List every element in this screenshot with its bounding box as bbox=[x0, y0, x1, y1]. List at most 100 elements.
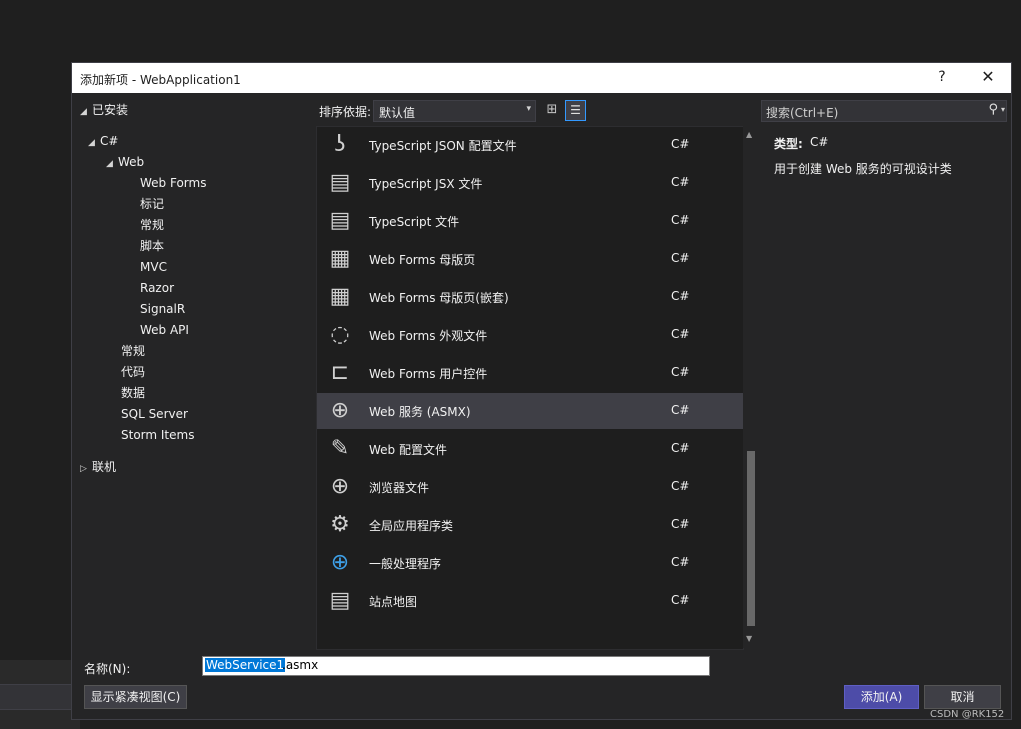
tree-node-code[interactable]: 代码 bbox=[121, 362, 145, 382]
tree-node-csharp-general[interactable]: 常规 bbox=[121, 341, 145, 361]
list-item[interactable]: ⊕ 浏览器文件 C# bbox=[317, 469, 743, 505]
global-app-class-icon: ⚙ bbox=[330, 512, 350, 537]
item-name: 浏览器文件 bbox=[369, 481, 430, 495]
cancel-button[interactable]: 取消 bbox=[924, 685, 1001, 709]
template-list-scrollbar[interactable]: ▲ ▼ bbox=[743, 126, 759, 648]
tree-node-web-forms[interactable]: Web Forms bbox=[140, 173, 206, 193]
item-language: C# bbox=[671, 251, 690, 265]
item-name: Web Forms 用户控件 bbox=[369, 367, 488, 381]
item-name: Web Forms 母版页 bbox=[369, 253, 476, 267]
skin-file-icon: ◌ bbox=[330, 322, 350, 347]
tree-node-script[interactable]: 脚本 bbox=[140, 236, 164, 256]
list-item[interactable]: ʖ TypeScript JSON 配置文件 C# bbox=[317, 127, 743, 163]
tree-node-online[interactable]: ▷ 联机 bbox=[80, 457, 116, 477]
list-item[interactable]: ◌ Web Forms 外观文件 C# bbox=[317, 317, 743, 353]
list-item[interactable]: ⊕ 一般处理程序 C# bbox=[317, 545, 743, 581]
browser-file-icon: ⊕ bbox=[330, 474, 350, 499]
list-item[interactable]: ▤ TypeScript 文件 C# bbox=[317, 203, 743, 239]
item-name: Web Forms 外观文件 bbox=[369, 329, 488, 343]
tree-node-general[interactable]: 常规 bbox=[140, 215, 164, 235]
item-language: C# bbox=[671, 213, 690, 227]
search-input[interactable]: 搜索(Ctrl+E) ⚲ ▾ bbox=[761, 100, 1007, 122]
tree-node-csharp[interactable]: ◢ C# bbox=[88, 131, 118, 151]
sort-by-dropdown[interactable]: 默认值 ▾ bbox=[373, 100, 536, 122]
item-name: 一般处理程序 bbox=[369, 557, 442, 571]
grid-view-icon[interactable]: ⊞ bbox=[542, 100, 562, 120]
item-name: TypeScript JSON 配置文件 bbox=[369, 139, 517, 153]
list-item[interactable]: ▦ Web Forms 母版页 C# bbox=[317, 241, 743, 277]
chevron-down-icon: ▾ bbox=[526, 104, 531, 114]
item-language: C# bbox=[671, 403, 690, 417]
tree-node-markup[interactable]: 标记 bbox=[140, 194, 164, 214]
list-item-selected[interactable]: ⊕ Web 服务 (ASMX) C# bbox=[317, 393, 743, 429]
item-name: TypeScript JSX 文件 bbox=[369, 177, 483, 191]
tree-node-storm-items[interactable]: Storm Items bbox=[121, 425, 194, 445]
ts-jsx-file-icon: ▤ bbox=[329, 170, 351, 195]
collapsed-triangle-icon: ▷ bbox=[80, 464, 87, 474]
nested-master-page-icon: ▦ bbox=[329, 284, 351, 309]
search-icon[interactable]: ⚲ bbox=[988, 102, 998, 117]
item-language: C# bbox=[671, 479, 690, 493]
help-button[interactable]: ? bbox=[934, 69, 950, 85]
sort-by-label: 排序依据: bbox=[319, 105, 372, 119]
item-name: Web 配置文件 bbox=[369, 443, 447, 457]
item-language: C# bbox=[671, 555, 690, 569]
list-view-icon[interactable]: ☰ bbox=[565, 100, 586, 121]
item-language: C# bbox=[671, 517, 690, 531]
expanded-triangle-icon: ◢ bbox=[106, 159, 113, 169]
user-control-icon: ⊏ bbox=[330, 360, 350, 385]
item-language: C# bbox=[671, 593, 690, 607]
search-placeholder: 搜索(Ctrl+E) bbox=[766, 106, 839, 120]
list-item[interactable]: ▤ TypeScript JSX 文件 C# bbox=[317, 165, 743, 201]
name-field-selected-text: WebService1 bbox=[205, 658, 286, 672]
tree-label: C# bbox=[100, 134, 119, 148]
tree-node-web-api[interactable]: Web API bbox=[140, 320, 189, 340]
details-type-value: C# bbox=[810, 135, 829, 149]
tree-node-mvc[interactable]: MVC bbox=[140, 257, 167, 277]
item-language: C# bbox=[671, 137, 690, 151]
generic-handler-icon: ⊕ bbox=[330, 550, 350, 575]
list-item[interactable]: ⊏ Web Forms 用户控件 C# bbox=[317, 355, 743, 391]
web-config-icon: ✎ bbox=[330, 436, 350, 461]
add-button[interactable]: 添加(A) bbox=[844, 685, 919, 709]
tree-label: 已安装 bbox=[92, 103, 129, 117]
tree-label: 联机 bbox=[92, 460, 117, 474]
site-map-icon: ▤ bbox=[329, 588, 351, 613]
details-type-label: 类型: bbox=[774, 137, 803, 151]
compact-view-button[interactable]: 显示紧凑视图(C) bbox=[84, 685, 187, 709]
list-item[interactable]: ▤ 站点地图 C# bbox=[317, 583, 743, 619]
tree-node-web[interactable]: ◢ Web bbox=[106, 152, 144, 172]
template-list: ʖ TypeScript JSON 配置文件 C# ▤ TypeScript J… bbox=[316, 126, 744, 650]
item-language: C# bbox=[671, 289, 690, 303]
tree-node-sql-server[interactable]: SQL Server bbox=[121, 404, 188, 424]
item-name: 全局应用程序类 bbox=[369, 519, 454, 533]
scrollbar-thumb[interactable] bbox=[747, 451, 755, 626]
tree-node-installed[interactable]: ◢ 已安装 bbox=[80, 100, 128, 120]
item-language: C# bbox=[671, 175, 690, 189]
close-button[interactable]: ✕ bbox=[978, 67, 998, 86]
tree-node-razor[interactable]: Razor bbox=[140, 278, 174, 298]
list-item[interactable]: ⚙ 全局应用程序类 C# bbox=[317, 507, 743, 543]
chevron-down-icon[interactable]: ▾ bbox=[1001, 105, 1005, 114]
tree-node-signalr[interactable]: SignalR bbox=[140, 299, 185, 319]
tree-node-data[interactable]: 数据 bbox=[121, 383, 145, 403]
details-description: 用于创建 Web 服务的可视设计类 bbox=[774, 162, 952, 176]
list-item[interactable]: ▦ Web Forms 母版页(嵌套) C# bbox=[317, 279, 743, 315]
web-service-icon: ⊕ bbox=[330, 398, 350, 423]
item-name: 站点地图 bbox=[369, 595, 418, 609]
background-toolbar bbox=[0, 684, 80, 710]
item-language: C# bbox=[671, 365, 690, 379]
add-new-item-dialog: 添加新项 - WebApplication1 ? ✕ ◢ 已安装 ◢ C# ◢ Web… bbox=[71, 62, 1012, 720]
scroll-down-icon[interactable]: ▼ bbox=[746, 634, 752, 643]
item-language: C# bbox=[671, 327, 690, 341]
expanded-triangle-icon: ◢ bbox=[80, 107, 87, 117]
dialog-title: 添加新项 - WebApplication1 bbox=[80, 73, 241, 87]
item-name: Web Forms 母版页(嵌套) bbox=[369, 291, 509, 305]
list-item[interactable]: ✎ Web 配置文件 C# bbox=[317, 431, 743, 467]
sort-by-value: 默认值 bbox=[379, 106, 416, 120]
name-label: 名称(N): bbox=[84, 662, 131, 676]
scroll-up-icon[interactable]: ▲ bbox=[746, 130, 752, 139]
name-field[interactable]: WebService1 .asmx bbox=[202, 656, 710, 676]
name-field-extension: .asmx bbox=[282, 658, 319, 672]
item-name: Web 服务 (ASMX) bbox=[369, 405, 471, 419]
